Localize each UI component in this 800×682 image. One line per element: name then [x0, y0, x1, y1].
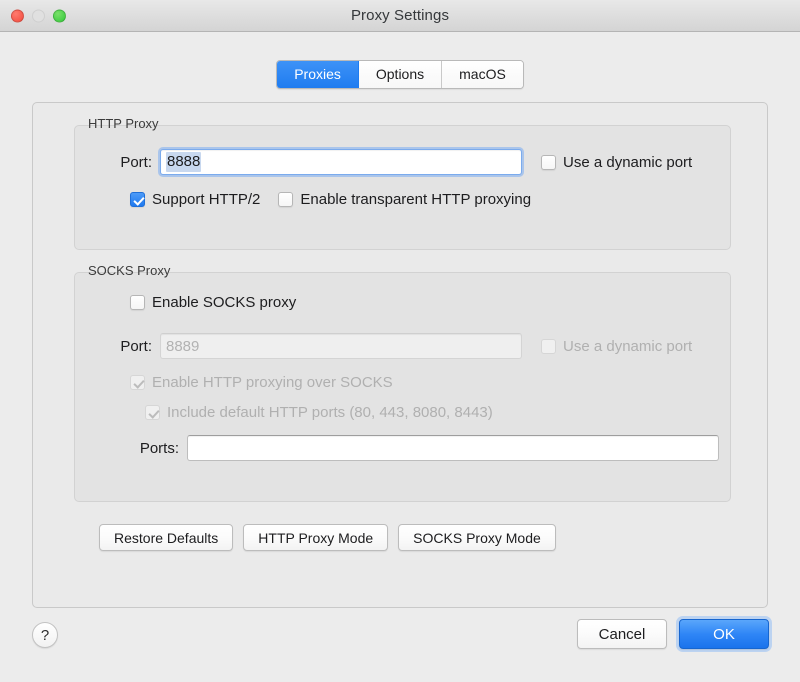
- http-port-row: Port: 8888 Use a dynamic port: [74, 147, 731, 177]
- socks-proxy-mode-button[interactable]: SOCKS Proxy Mode: [398, 524, 556, 551]
- window-title: Proxy Settings: [350, 7, 450, 24]
- socks-proxy-group: SOCKS Proxy Enable SOCKS proxy Port: 888…: [74, 263, 731, 502]
- close-button-icon[interactable]: [11, 9, 24, 22]
- checkbox-box-icon: [278, 192, 294, 207]
- socks-port-label: Port:: [120, 337, 152, 355]
- socks-enable-row: Enable SOCKS proxy: [130, 294, 296, 311]
- include-default-ports-row: Include default HTTP ports (80, 443, 808…: [145, 404, 493, 421]
- socks-port-row: Port: 8889 Use a dynamic port: [74, 333, 731, 359]
- help-button[interactable]: ?: [32, 622, 58, 648]
- checkbox-box-icon: [541, 338, 556, 354]
- http-over-socks-label: Enable HTTP proxying over SOCKS: [152, 374, 393, 391]
- support-http2-label: Support HTTP/2: [152, 191, 261, 208]
- checkbox-box-icon: [130, 375, 145, 390]
- http-proxy-group: HTTP Proxy Port: 8888 Use a dynamic port: [74, 116, 731, 250]
- http-proxy-mode-button[interactable]: HTTP Proxy Mode: [243, 524, 389, 551]
- http-port-label: Port:: [120, 153, 152, 171]
- mode-button-row: Restore Defaults HTTP Proxy Mode SOCKS P…: [99, 524, 556, 551]
- checkbox-box-icon: [130, 295, 145, 310]
- transparent-proxying-label: Enable transparent HTTP proxying: [300, 191, 532, 208]
- enable-socks-proxy-checkbox[interactable]: Enable SOCKS proxy: [130, 294, 296, 311]
- http-port-input[interactable]: 8888: [158, 147, 524, 177]
- tab-macos[interactable]: macOS: [442, 61, 523, 88]
- tab-options[interactable]: Options: [358, 61, 443, 88]
- ok-button[interactable]: OK: [679, 619, 769, 649]
- cancel-button[interactable]: Cancel: [577, 619, 667, 649]
- segmented-tab-control: Proxies Options macOS: [276, 60, 524, 89]
- socks-dynamic-port-checkbox[interactable]: Use a dynamic port: [541, 338, 692, 355]
- titlebar: Proxy Settings: [0, 0, 800, 32]
- include-default-http-ports-checkbox[interactable]: Include default HTTP ports (80, 443, 808…: [145, 404, 493, 421]
- socks-proxy-group-content: Enable SOCKS proxy Port: 8889 Use a dyna…: [74, 272, 731, 502]
- zoom-button-icon[interactable]: [53, 9, 66, 22]
- http-options-row: Support HTTP/2 Enable transparent HTTP p…: [130, 191, 531, 208]
- http-dynamic-port-checkbox[interactable]: Use a dynamic port: [541, 154, 692, 171]
- socks-ports-label: Ports:: [139, 439, 179, 457]
- dialog-action-buttons: Cancel OK: [577, 619, 769, 649]
- checkbox-box-icon: [541, 154, 556, 170]
- socks-ports-row: Ports:: [74, 435, 731, 461]
- restore-defaults-button[interactable]: Restore Defaults: [99, 524, 234, 551]
- socks-port-placeholder: 8889: [166, 337, 200, 355]
- minimize-button-icon[interactable]: [32, 9, 45, 22]
- checkbox-box-icon: [145, 405, 160, 420]
- checkbox-box-icon: [130, 192, 145, 207]
- include-default-http-ports-label: Include default HTTP ports (80, 443, 808…: [167, 404, 493, 421]
- enable-socks-proxy-label: Enable SOCKS proxy: [152, 294, 297, 311]
- dialog-footer: ? Cancel OK: [0, 608, 800, 682]
- tab-proxies[interactable]: Proxies: [277, 61, 359, 88]
- http-proxy-group-content: Port: 8888 Use a dynamic port Support HT…: [74, 125, 731, 250]
- support-http2-checkbox[interactable]: Support HTTP/2: [130, 191, 260, 208]
- http-dynamic-port-label: Use a dynamic port: [563, 153, 693, 171]
- socks-port-input[interactable]: 8889: [160, 333, 522, 359]
- tab-bar: Proxies Options macOS: [0, 32, 800, 102]
- http-port-value: 8888: [166, 152, 202, 172]
- http-over-socks-checkbox[interactable]: Enable HTTP proxying over SOCKS: [130, 374, 393, 391]
- proxy-settings-window: Proxy Settings Proxies Options macOS HTT…: [0, 0, 800, 682]
- socks-dynamic-port-label: Use a dynamic port: [563, 337, 693, 355]
- transparent-proxying-checkbox[interactable]: Enable transparent HTTP proxying: [278, 191, 531, 208]
- settings-panel: HTTP Proxy Port: 8888 Use a dynamic port: [32, 102, 768, 608]
- http-over-socks-row: Enable HTTP proxying over SOCKS: [130, 374, 393, 391]
- traffic-lights: [11, 9, 66, 22]
- socks-ports-input[interactable]: [187, 435, 719, 461]
